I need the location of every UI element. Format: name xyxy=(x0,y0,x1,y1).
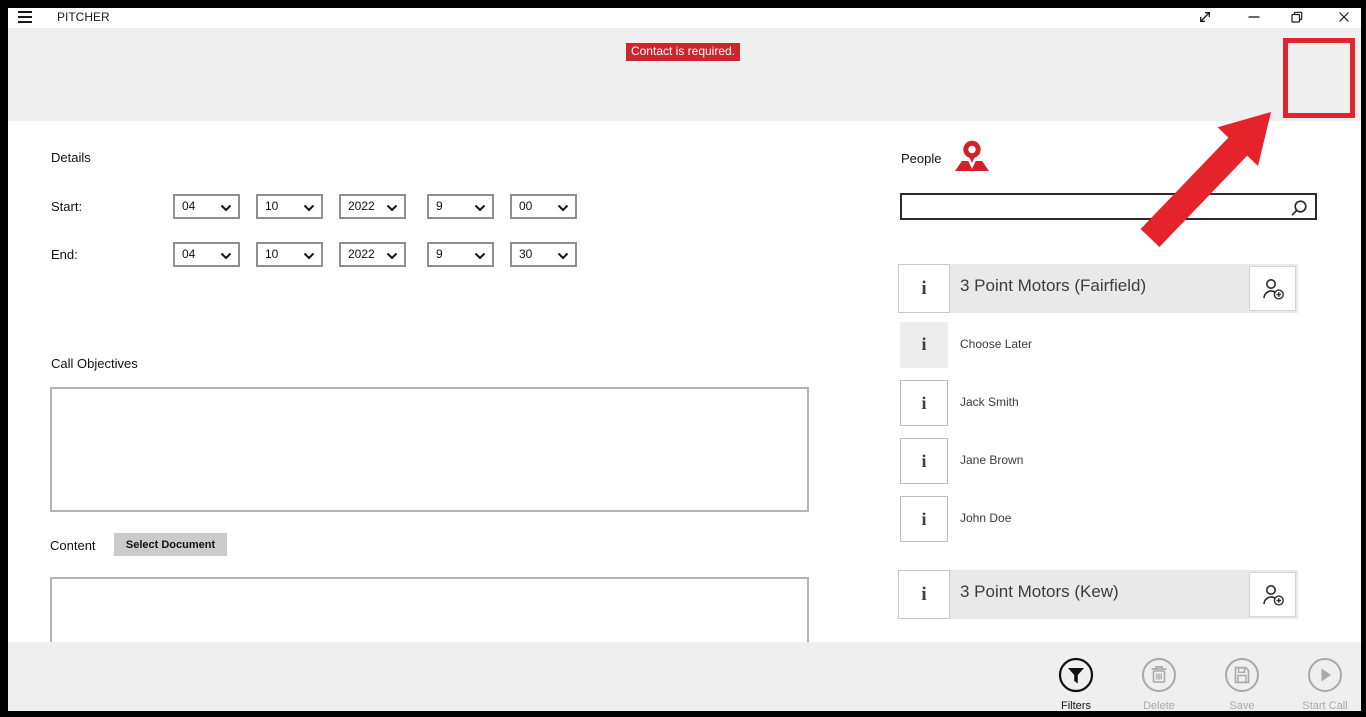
contact-row[interactable]: i Choose Later xyxy=(900,322,1298,368)
contact-name: John Doe xyxy=(960,511,1011,525)
save-floppy-icon xyxy=(1224,657,1260,693)
account-group-header[interactable]: i 3 Point Motors (Fairfield) xyxy=(898,264,1298,313)
command-bar xyxy=(8,28,1361,121)
filter-funnel-icon xyxy=(1058,657,1094,693)
select-value: 04 xyxy=(182,247,195,261)
start-hour-select[interactable]: 9 xyxy=(427,194,494,219)
info-icon: i xyxy=(921,278,926,299)
contact-name: Jane Brown xyxy=(960,453,1023,467)
save-button[interactable]: Save xyxy=(1207,657,1277,712)
account-name: 3 Point Motors (Fairfield) xyxy=(960,276,1146,296)
contact-row[interactable]: i John Doe xyxy=(900,496,1298,542)
fullscreen-icon[interactable] xyxy=(1197,9,1213,25)
call-objectives-textarea[interactable] xyxy=(50,387,809,512)
chevron-down-icon xyxy=(474,252,486,260)
info-button[interactable]: i xyxy=(898,570,950,619)
select-value: 10 xyxy=(265,199,278,213)
app-window: PITCHER Contact is required. Back xyxy=(0,0,1366,717)
info-icon: i xyxy=(921,509,926,529)
delete-button[interactable]: Delete xyxy=(1124,657,1194,712)
chevron-down-icon xyxy=(303,204,315,212)
restore-icon[interactable] xyxy=(1289,9,1305,25)
contact-name: Jack Smith xyxy=(960,395,1019,409)
select-value: 00 xyxy=(519,199,532,213)
start-year-select[interactable]: 2022 xyxy=(339,194,406,219)
start-call-label: Start Call xyxy=(1290,700,1360,712)
end-minute-select[interactable]: 30 xyxy=(510,242,577,267)
info-button[interactable]: i xyxy=(900,380,948,426)
call-objectives-label: Call Objectives xyxy=(51,356,138,371)
filters-label: Filters xyxy=(1041,700,1111,712)
trash-icon xyxy=(1141,657,1177,693)
info-button[interactable]: i xyxy=(898,264,950,313)
start-day-select[interactable]: 04 xyxy=(173,194,240,219)
info-button[interactable]: i xyxy=(900,496,948,542)
window-title: PITCHER xyxy=(57,10,110,24)
filters-button[interactable]: Filters xyxy=(1041,657,1111,712)
minimize-icon[interactable] xyxy=(1246,9,1262,25)
info-icon: i xyxy=(921,584,926,605)
chevron-down-icon xyxy=(474,204,486,212)
play-icon xyxy=(1307,657,1343,693)
end-day-select[interactable]: 04 xyxy=(173,242,240,267)
select-value: 2022 xyxy=(348,199,375,213)
people-search-input[interactable] xyxy=(902,195,1315,218)
end-month-select[interactable]: 10 xyxy=(256,242,323,267)
hamburger-menu-icon[interactable] xyxy=(18,11,32,23)
add-person-button[interactable] xyxy=(1249,572,1296,617)
start-label: Start: xyxy=(51,199,82,214)
end-label: End: xyxy=(51,247,78,262)
people-label: People xyxy=(901,151,941,166)
info-icon: i xyxy=(921,334,926,354)
info-button[interactable]: i xyxy=(900,438,948,484)
save-label: Save xyxy=(1207,700,1277,712)
chevron-down-icon xyxy=(557,204,569,212)
select-value: 30 xyxy=(519,247,532,261)
select-value: 9 xyxy=(436,199,443,213)
search-icon[interactable] xyxy=(1289,199,1308,218)
people-search-box xyxy=(900,193,1317,220)
info-icon: i xyxy=(921,451,926,471)
close-icon[interactable] xyxy=(1336,9,1352,25)
end-year-select[interactable]: 2022 xyxy=(339,242,406,267)
details-section-title: Details xyxy=(51,150,91,165)
chevron-down-icon xyxy=(557,252,569,260)
select-document-button[interactable]: Select Document xyxy=(114,533,227,556)
title-bar: PITCHER xyxy=(8,8,1361,28)
start-call-button[interactable]: Start Call xyxy=(1290,657,1360,712)
chevron-down-icon xyxy=(303,252,315,260)
account-group-header[interactable]: i 3 Point Motors (Kew) xyxy=(898,570,1298,619)
add-person-button[interactable] xyxy=(1249,266,1296,311)
info-icon: i xyxy=(921,393,926,413)
contact-row[interactable]: i Jack Smith xyxy=(900,380,1298,426)
person-add-icon xyxy=(1261,583,1286,608)
person-add-icon xyxy=(1261,277,1286,302)
map-pin-icon xyxy=(954,139,990,173)
start-month-select[interactable]: 10 xyxy=(256,194,323,219)
contact-row[interactable]: i Jane Brown xyxy=(900,438,1298,484)
select-value: 9 xyxy=(436,247,443,261)
select-value: 2022 xyxy=(348,247,375,261)
chevron-down-icon xyxy=(220,252,232,260)
chevron-down-icon xyxy=(386,204,398,212)
select-value: 04 xyxy=(182,199,195,213)
contact-name: Choose Later xyxy=(960,337,1032,351)
chevron-down-icon xyxy=(386,252,398,260)
delete-label: Delete xyxy=(1124,700,1194,712)
content-label: Content xyxy=(50,538,96,553)
info-button[interactable]: i xyxy=(900,322,948,368)
validation-error-banner: Contact is required. xyxy=(626,43,740,61)
start-minute-select[interactable]: 00 xyxy=(510,194,577,219)
account-name: 3 Point Motors (Kew) xyxy=(960,582,1119,602)
select-value: 10 xyxy=(265,247,278,261)
end-hour-select[interactable]: 9 xyxy=(427,242,494,267)
chevron-down-icon xyxy=(220,204,232,212)
